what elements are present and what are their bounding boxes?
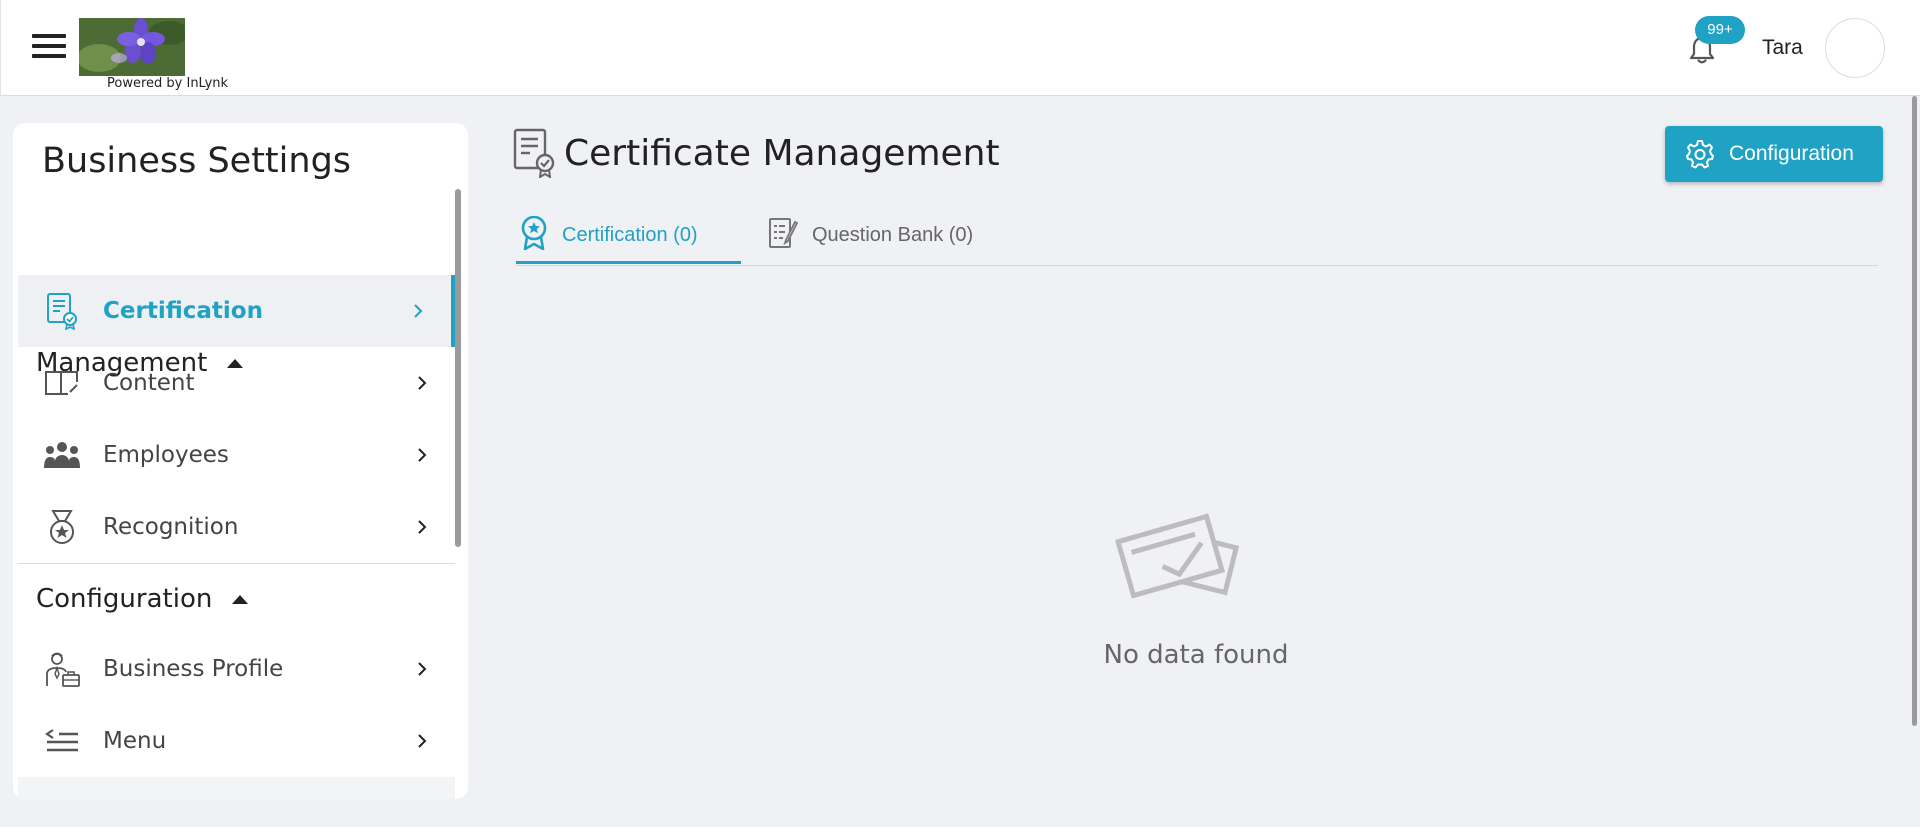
chevron-right-icon: [418, 448, 427, 462]
certificate-icon: [42, 291, 82, 331]
section-divider: [18, 563, 455, 564]
section-configuration-header[interactable]: Configuration: [36, 579, 249, 619]
configuration-button[interactable]: Configuration: [1665, 126, 1883, 182]
menu-list-icon: [42, 721, 82, 761]
active-tab-indicator: [516, 261, 741, 264]
sidebar-item-label: Content: [103, 370, 195, 396]
people-icon: [42, 435, 82, 475]
company-logo-image: [79, 18, 185, 76]
caret-up-icon: [232, 594, 249, 604]
sidebar-item-menu[interactable]: Menu: [18, 705, 455, 777]
tab-question-bank[interactable]: Question Bank (0): [768, 205, 973, 265]
page-title: Certificate Management: [564, 133, 1000, 174]
logo-caption: Powered by InLynk: [107, 76, 229, 91]
top-bar: Powered by InLynk 99+ Tara: [0, 0, 1920, 96]
configuration-button-label: Configuration: [1729, 142, 1854, 165]
sidebar-item-label: Employees: [103, 442, 229, 468]
question-doc-icon: [768, 216, 799, 254]
sidebar-item-recognition[interactable]: Recognition: [18, 491, 455, 563]
sidebar-item-label: Recognition: [103, 514, 239, 540]
sidebar-item-employees[interactable]: Employees: [18, 419, 455, 491]
notification-badge[interactable]: 99+: [1695, 16, 1745, 44]
sidebar-footer-strip: [18, 777, 455, 799]
avatar[interactable]: [1825, 18, 1885, 78]
sidebar-item-label: Menu: [103, 728, 167, 754]
chevron-right-icon: [414, 304, 423, 318]
sidebar-scrollbar-thumb[interactable]: [455, 189, 461, 547]
book-icon: [42, 363, 82, 403]
chevron-right-icon: [418, 520, 427, 534]
empty-envelopes-icon: [1110, 508, 1274, 618]
chevron-right-icon: [418, 734, 427, 748]
sidebar-item-business-profile[interactable]: Business Profile: [18, 633, 455, 705]
medal-icon: [42, 507, 82, 547]
chevron-right-icon: [418, 376, 427, 390]
page-scrollbar[interactable]: [1910, 96, 1920, 827]
chevron-right-icon: [418, 662, 427, 676]
business-profile-icon: [42, 649, 82, 689]
tab-label: Question Bank (0): [812, 223, 974, 246]
award-ribbon-icon: [520, 215, 548, 254]
section-label: Configuration: [36, 584, 213, 614]
user-name[interactable]: Tara: [1762, 36, 1803, 60]
certificate-management-icon: [512, 128, 556, 179]
tab-label: Certification (0): [562, 223, 698, 246]
sidebar: Business Settings Management Certificati…: [13, 123, 468, 799]
gear-icon: [1685, 139, 1715, 169]
sidebar-item-certification[interactable]: Certification: [18, 275, 455, 347]
page-scrollbar-thumb[interactable]: [1912, 96, 1917, 726]
tab-certification[interactable]: Certification (0): [520, 205, 698, 265]
sidebar-item-content[interactable]: Content: [18, 347, 455, 419]
tabs-divider: [516, 265, 1878, 266]
sidebar-scrollbar[interactable]: [455, 189, 462, 789]
sidebar-item-label: Certification: [103, 298, 263, 324]
sidebar-title: Business Settings: [42, 141, 352, 181]
hamburger-menu-icon[interactable]: [32, 34, 66, 60]
sidebar-item-label: Business Profile: [103, 656, 284, 682]
empty-state-message: No data found: [1103, 640, 1289, 670]
